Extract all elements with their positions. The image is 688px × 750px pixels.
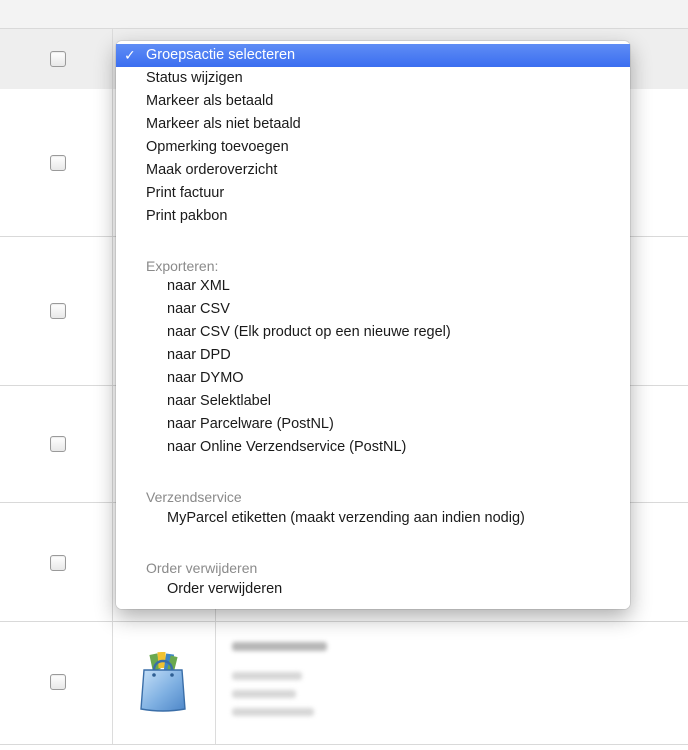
menu-group-export-label: Exporteren: bbox=[146, 258, 219, 274]
header-select-cell bbox=[0, 29, 113, 89]
shopping-bag-icon bbox=[138, 651, 188, 712]
menu-item-export-csv-per-product[interactable]: naar CSV (Elk product op een nieuwe rege… bbox=[116, 321, 630, 344]
menu-item-export-selektlabel[interactable]: naar Selektlabel bbox=[116, 390, 630, 413]
menu-item-delete-order[interactable]: Order verwijderen bbox=[116, 578, 630, 601]
menu-item-add-note[interactable]: Opmerking toevoegen bbox=[116, 136, 630, 159]
menu-group-delete-label: Order verwijderen bbox=[146, 560, 258, 576]
row-select-cell bbox=[0, 503, 113, 621]
bulk-action-dropdown[interactable]: ✓ Groepsactie selecteren Status wijzigen… bbox=[116, 41, 630, 609]
menu-item-order-overview[interactable]: Maak orderoverzicht bbox=[116, 159, 630, 182]
row-select-cell bbox=[0, 386, 113, 502]
top-toolbar-area bbox=[0, 0, 688, 28]
row-checkbox[interactable] bbox=[50, 155, 66, 171]
customer-email-redacted bbox=[232, 672, 302, 680]
menu-item-export-parcelware[interactable]: naar Parcelware (PostNL) bbox=[116, 413, 630, 436]
row-select-cell bbox=[0, 237, 113, 385]
menu-item-mark-unpaid[interactable]: Markeer als niet betaald bbox=[116, 113, 630, 136]
row-checkbox[interactable] bbox=[50, 303, 66, 319]
table-row[interactable] bbox=[0, 622, 688, 745]
menu-item-export-dpd[interactable]: naar DPD bbox=[116, 344, 630, 367]
row-select-cell bbox=[0, 89, 113, 236]
menu-item-export-dymo[interactable]: naar DYMO bbox=[116, 367, 630, 390]
customer-street-redacted bbox=[232, 690, 296, 698]
row-checkbox[interactable] bbox=[50, 555, 66, 571]
row-checkbox[interactable] bbox=[50, 674, 66, 690]
menu-item-export-online-verzendservice[interactable]: naar Online Verzendservice (PostNL) bbox=[116, 436, 630, 459]
menu-item-change-status[interactable]: Status wijzigen bbox=[116, 67, 630, 90]
menu-item-myparcel-labels[interactable]: MyParcel etiketten (maakt verzending aan… bbox=[116, 507, 630, 530]
menu-item-mark-paid[interactable]: Markeer als betaald bbox=[116, 90, 630, 113]
select-all-checkbox[interactable] bbox=[50, 51, 66, 67]
menu-item-select-bulk-action[interactable]: ✓ Groepsactie selecteren bbox=[116, 44, 630, 67]
menu-item-print-packing-slip[interactable]: Print pakbon bbox=[116, 205, 630, 228]
customer-city-redacted bbox=[232, 708, 314, 716]
customer-name-redacted bbox=[232, 642, 327, 651]
menu-item-export-xml[interactable]: naar XML bbox=[116, 275, 630, 298]
menu-group-shipping-label: Verzendservice bbox=[146, 489, 242, 505]
menu-item-print-invoice[interactable]: Print factuur bbox=[116, 182, 630, 205]
row-checkbox[interactable] bbox=[50, 436, 66, 452]
row-select-cell bbox=[0, 622, 113, 744]
checkmark-icon: ✓ bbox=[124, 47, 136, 63]
menu-item-export-csv[interactable]: naar CSV bbox=[116, 298, 630, 321]
